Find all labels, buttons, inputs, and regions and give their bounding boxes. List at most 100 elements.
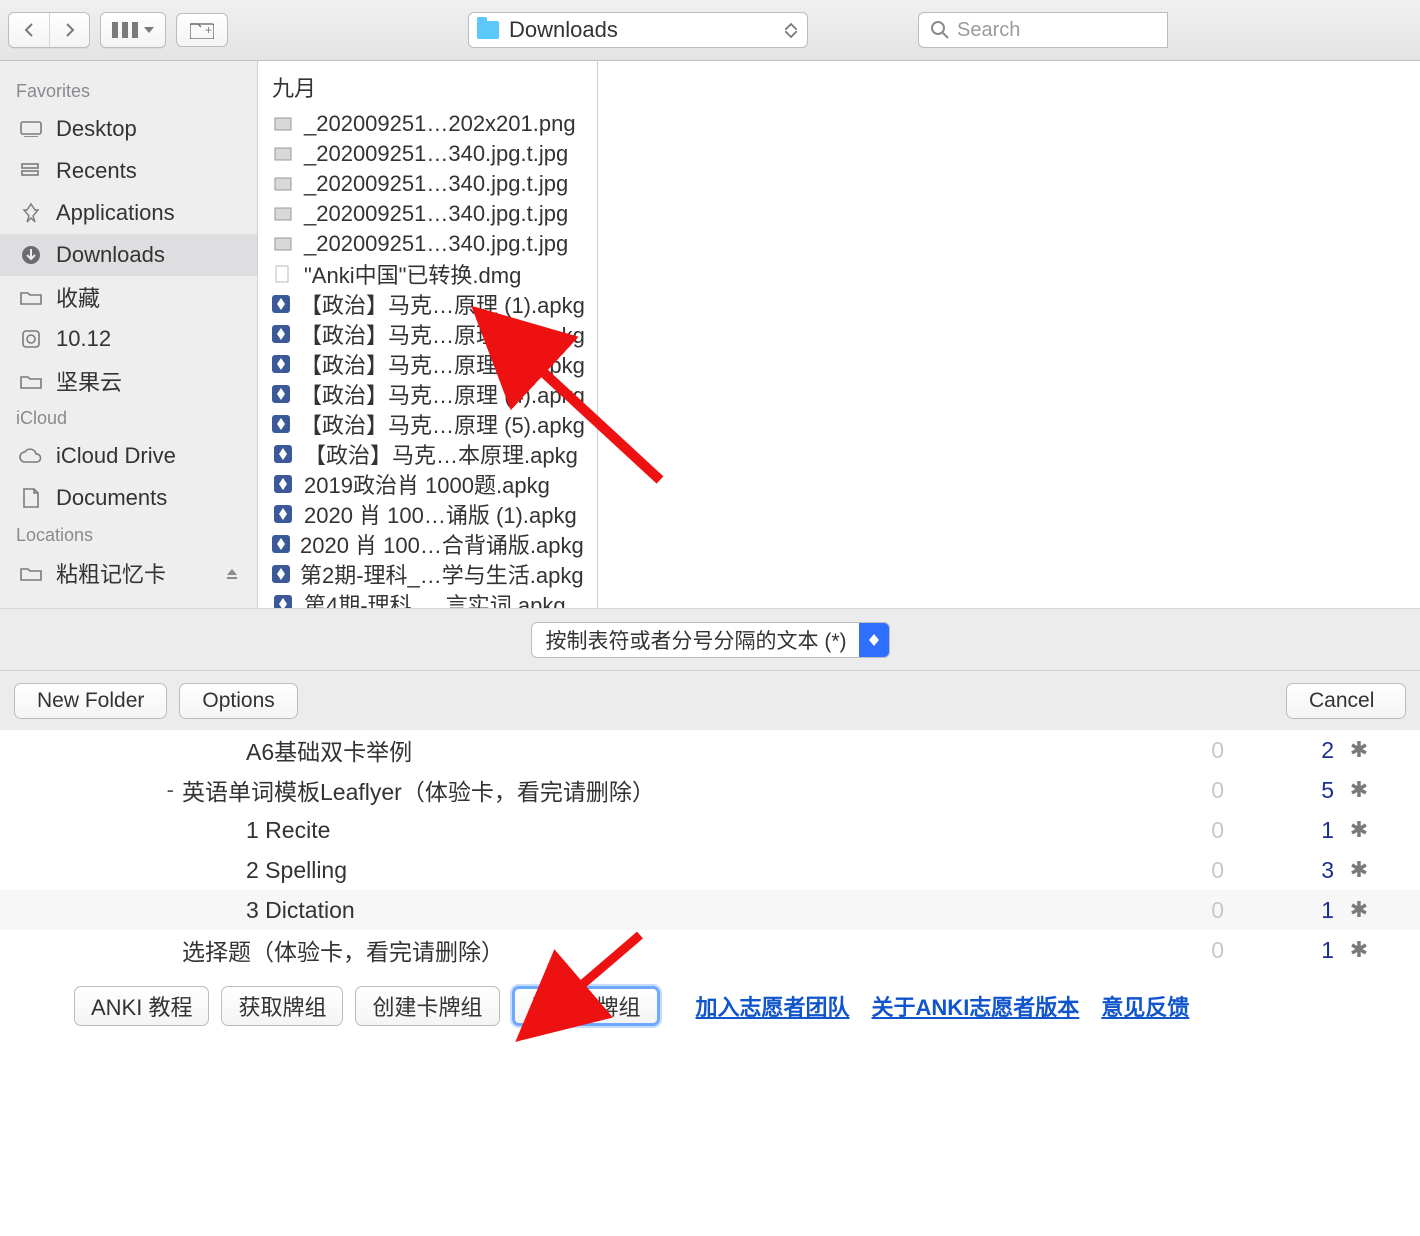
- forward-button[interactable]: [49, 13, 89, 47]
- file-item[interactable]: 【政治】马克…原理 (4).apkg: [258, 379, 597, 409]
- sidebar-item-label: 坚果云: [56, 365, 122, 397]
- file-icon: [272, 353, 290, 375]
- file-icon: [272, 233, 294, 255]
- format-row: 按制表符或者分号分隔的文本 (*): [0, 608, 1420, 670]
- file-item[interactable]: 第2期-理科_…学与生活.apkg: [258, 559, 597, 589]
- sidebar-item[interactable]: 收藏: [0, 276, 257, 318]
- sidebar-item-label: Applications: [56, 200, 175, 226]
- deck-row[interactable]: 1 Recite01✱: [0, 810, 1420, 850]
- deck-new-count: 0: [1114, 857, 1224, 884]
- preview-pane: [598, 61, 1420, 608]
- file-item[interactable]: 【政治】马克…原理 (1).apkg: [258, 289, 597, 319]
- file-name: 2020 肖 100…诵版 (1).apkg: [304, 498, 577, 530]
- new-folder-icon-button[interactable]: +: [176, 13, 228, 47]
- file-icon: [272, 533, 290, 555]
- gear-icon[interactable]: ✱: [1334, 777, 1384, 803]
- sidebar-item[interactable]: 粘粗记忆卡: [0, 552, 257, 594]
- gear-icon[interactable]: ✱: [1334, 857, 1384, 883]
- download-icon: [18, 245, 44, 265]
- file-item[interactable]: 【政治】马克…原理 (5).apkg: [258, 409, 597, 439]
- deck-due-count: 1: [1224, 937, 1334, 964]
- deck-row[interactable]: 选择题（体验卡，看完请删除）01✱: [0, 930, 1420, 970]
- file-item[interactable]: 【政治】马克…本原理.apkg: [258, 439, 597, 469]
- anki-join-link[interactable]: 加入志愿者团队: [696, 990, 850, 1022]
- file-item[interactable]: _202009251…202x201.png: [258, 109, 597, 139]
- sidebar-item-label: Desktop: [56, 116, 137, 142]
- file-name: _202009251…340.jpg.t.jpg: [304, 171, 568, 197]
- nav-back-forward: [8, 12, 90, 48]
- file-name: 第2期-理科_…学与生活.apkg: [300, 558, 584, 590]
- gear-icon[interactable]: ✱: [1334, 817, 1384, 843]
- sidebar-item[interactable]: 坚果云: [0, 360, 257, 402]
- file-item[interactable]: _202009251…340.jpg.t.jpg: [258, 139, 597, 169]
- back-button[interactable]: [9, 13, 49, 47]
- file-icon: [272, 443, 294, 465]
- anki-footer: ANKI 教程 获取牌组 创建卡牌组 导入卡牌组 加入志愿者团队 关于ANKI志…: [0, 970, 1420, 1026]
- sidebar-item[interactable]: Recents: [0, 150, 257, 192]
- file-item[interactable]: _202009251…340.jpg.t.jpg: [258, 229, 597, 259]
- sidebar-item[interactable]: Applications: [0, 192, 257, 234]
- folder-icon: [477, 21, 499, 39]
- file-item[interactable]: 第4期-理科_…言实词.apkg: [258, 589, 597, 608]
- recents-icon: [18, 161, 44, 181]
- gear-icon[interactable]: ✱: [1334, 737, 1384, 763]
- column-view-button[interactable]: [101, 13, 165, 47]
- anki-getdeck-button[interactable]: 获取牌组: [221, 986, 343, 1026]
- file-item[interactable]: 2020 肖 100…合背诵版.apkg: [258, 529, 597, 559]
- deck-due-count: 1: [1224, 897, 1334, 924]
- file-item[interactable]: 2019政治肖 1000题.apkg: [258, 469, 597, 499]
- deck-row[interactable]: A6基础双卡举例02✱: [0, 730, 1420, 770]
- deck-row[interactable]: 3 Dictation01✱: [0, 890, 1420, 930]
- sidebar-item-label: 10.12: [56, 326, 111, 352]
- file-item[interactable]: 【政治】马克…原理 (2).apkg: [258, 319, 597, 349]
- sidebar-section-header: Locations: [0, 519, 257, 552]
- sidebar-item[interactable]: Downloads: [0, 234, 257, 276]
- file-browser: FavoritesDesktopRecentsApplicationsDownl…: [0, 61, 1420, 608]
- deck-row[interactable]: -英语单词模板Leaflyer（体验卡，看完请删除）05✱: [0, 770, 1420, 810]
- gear-icon[interactable]: ✱: [1334, 937, 1384, 963]
- anki-createdeck-button[interactable]: 创建卡牌组: [355, 986, 499, 1026]
- file-item[interactable]: 2020 肖 100…诵版 (1).apkg: [258, 499, 597, 529]
- options-button[interactable]: Options: [179, 683, 297, 719]
- location-dropdown[interactable]: Downloads: [468, 12, 808, 48]
- sidebar-item[interactable]: Documents: [0, 477, 257, 519]
- sidebar-item[interactable]: iCloud Drive: [0, 435, 257, 477]
- file-item[interactable]: "Anki中国"已转换.dmg: [258, 259, 597, 289]
- svg-text:+: +: [205, 23, 212, 37]
- column-header: 九月: [258, 65, 597, 109]
- sidebar-item-label: 收藏: [56, 281, 100, 313]
- folder-icon: [18, 563, 44, 583]
- location-label: Downloads: [509, 17, 775, 43]
- deck-name: 选择题（体验卡，看完请删除）: [182, 933, 1114, 967]
- toolbar: + Downloads: [0, 0, 1420, 61]
- file-item[interactable]: _202009251…340.jpg.t.jpg: [258, 169, 597, 199]
- file-name: "Anki中国"已转换.dmg: [304, 258, 521, 290]
- anki-feedback-link[interactable]: 意见反馈: [1101, 990, 1189, 1022]
- sidebar-item-label: 粘粗记忆卡: [56, 557, 166, 589]
- sidebar-item-label: Recents: [56, 158, 137, 184]
- sidebar-item[interactable]: Desktop: [0, 108, 257, 150]
- search-input[interactable]: [957, 19, 1117, 42]
- anki-about-link[interactable]: 关于ANKI志愿者版本: [872, 990, 1080, 1022]
- anki-importdeck-button[interactable]: 导入卡牌组: [512, 986, 660, 1026]
- deck-row[interactable]: 2 Spelling03✱: [0, 850, 1420, 890]
- dialog-footer: New Folder Options Cancel: [0, 670, 1420, 730]
- file-item[interactable]: _202009251…340.jpg.t.jpg: [258, 199, 597, 229]
- deck-toggle[interactable]: -: [0, 777, 182, 803]
- cloud-icon: [18, 446, 44, 466]
- anki-deck-list: A6基础双卡举例02✱-英语单词模板Leaflyer（体验卡，看完请删除）05✱…: [0, 730, 1420, 970]
- gear-icon[interactable]: ✱: [1334, 897, 1384, 923]
- sidebar-section-header: iCloud: [0, 402, 257, 435]
- search-field[interactable]: [918, 12, 1168, 48]
- deck-due-count: 3: [1224, 857, 1334, 884]
- new-folder-button[interactable]: New Folder: [14, 683, 167, 719]
- eject-icon[interactable]: [225, 560, 239, 586]
- view-switcher[interactable]: [100, 12, 166, 48]
- format-select[interactable]: 按制表符或者分号分隔的文本 (*): [531, 622, 890, 658]
- anki-tutorial-button[interactable]: ANKI 教程: [74, 986, 209, 1026]
- file-item[interactable]: 【政治】马克…原理 (3).apkg: [258, 349, 597, 379]
- sidebar-item[interactable]: 10.12: [0, 318, 257, 360]
- cancel-button[interactable]: Cancel: [1286, 683, 1406, 719]
- file-name: 【政治】马克…原理 (1).apkg: [300, 288, 585, 320]
- apps-icon: [18, 203, 44, 223]
